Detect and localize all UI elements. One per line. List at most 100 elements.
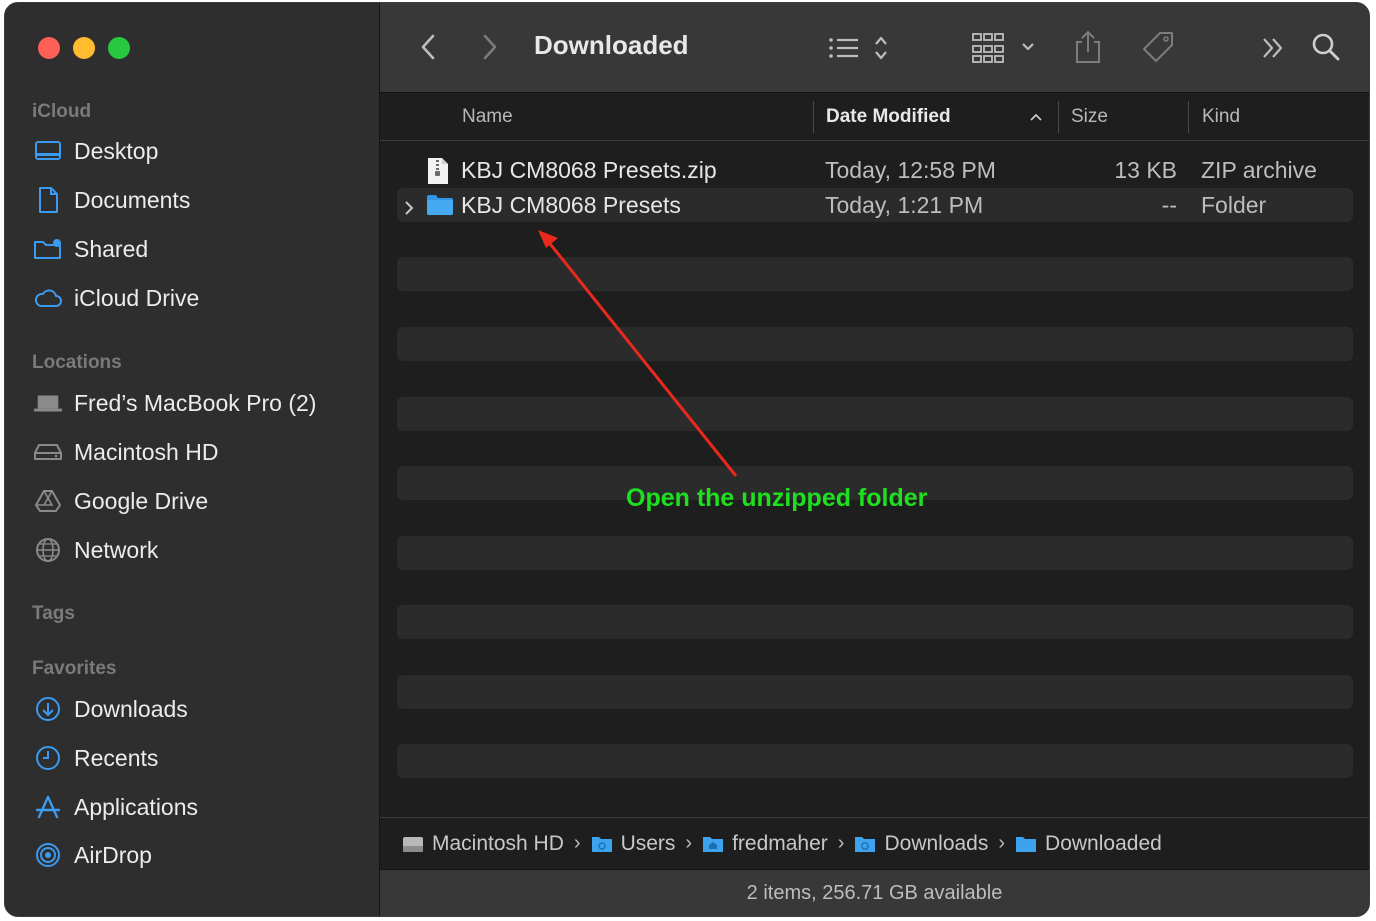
search-icon: [1312, 33, 1340, 61]
globe-icon: [33, 535, 63, 565]
path-item-label: Downloads: [884, 831, 989, 855]
path-item-downloads[interactable]: Downloads ›: [854, 832, 1015, 856]
path-item-label: Macintosh HD: [432, 831, 564, 855]
close-window-button[interactable]: [38, 37, 60, 59]
folder-icon: [854, 835, 876, 853]
column-divider[interactable]: [813, 101, 814, 133]
download-icon: [33, 694, 63, 724]
forward-button[interactable]: [476, 31, 504, 63]
window-title: Downloaded: [534, 30, 689, 60]
sidebar-item-macintosh-hd[interactable]: Macintosh HD: [33, 432, 363, 472]
sidebar-item-label: Network: [74, 536, 159, 563]
column-divider[interactable]: [1188, 101, 1189, 133]
path-separator-icon: ›: [685, 832, 693, 854]
sidebar-section-favorites[interactable]: Favorites: [32, 658, 116, 680]
column-divider[interactable]: [1058, 101, 1059, 133]
column-name[interactable]: Name: [462, 93, 513, 140]
document-icon: [33, 185, 63, 215]
annotation-label: Open the unzipped folder: [626, 484, 928, 512]
status-bar: 2 items, 256.71 GB available: [380, 869, 1369, 916]
file-kind: ZIP archive: [1201, 156, 1317, 183]
column-size[interactable]: Size: [1071, 93, 1108, 140]
path-item-macintosh-hd[interactable]: Macintosh HD ›: [402, 832, 591, 856]
zip-file-icon: [426, 157, 450, 191]
tag-icon: [1143, 32, 1173, 62]
airdrop-icon: [33, 840, 63, 870]
sidebar-item-label: Recents: [74, 744, 159, 771]
chevron-right-icon: [483, 34, 497, 60]
hard-drive-icon: [402, 834, 424, 854]
file-kind: Folder: [1201, 191, 1267, 218]
sidebar: iCloud Desktop Documents Shared iCloud D…: [5, 3, 380, 916]
sidebar-item-downloads[interactable]: Downloads: [33, 689, 363, 729]
search-button[interactable]: [1310, 31, 1342, 63]
disclosure-chevron-icon[interactable]: [403, 196, 415, 223]
sidebar-section-locations[interactable]: Locations: [32, 352, 122, 374]
sidebar-item-recents[interactable]: Recents: [33, 738, 363, 778]
file-date: Today, 12:58 PM: [825, 156, 996, 183]
sidebar-item-google-drive[interactable]: Google Drive: [33, 481, 363, 521]
sidebar-item-macbook[interactable]: Fred’s MacBook Pro (2): [33, 383, 363, 423]
path-item-users[interactable]: Users ›: [591, 832, 703, 856]
file-list: KBJ CM8068 Presets.zip Today, 12:58 PM 1…: [380, 141, 1369, 817]
google-drive-icon: [33, 486, 63, 516]
path-item-label: Users: [620, 831, 676, 855]
path-item-label: fredmaher: [732, 831, 828, 855]
sort-ascending-icon[interactable]: [1028, 109, 1044, 125]
sidebar-item-documents[interactable]: Documents: [33, 180, 363, 220]
share-icon: [1076, 30, 1100, 63]
sidebar-item-shared[interactable]: Shared: [33, 229, 363, 269]
laptop-icon: [33, 388, 63, 418]
sidebar-item-applications[interactable]: Applications: [33, 787, 363, 827]
sidebar-item-label: Downloads: [74, 695, 188, 722]
empty-row: [397, 675, 1353, 709]
clock-icon: [33, 743, 63, 773]
sidebar-item-label: Fred’s MacBook Pro (2): [74, 389, 317, 416]
tag-button[interactable]: [1140, 29, 1176, 65]
finder-window: iCloud Desktop Documents Shared iCloud D…: [4, 2, 1370, 917]
cloud-icon: [33, 283, 63, 313]
sidebar-item-network[interactable]: Network: [33, 530, 363, 570]
path-item-label: Downloaded: [1045, 831, 1162, 855]
chevron-left-icon: [421, 34, 435, 60]
file-size: --: [1161, 191, 1177, 218]
empty-row: [397, 397, 1353, 431]
share-button[interactable]: [1072, 27, 1104, 67]
file-name: KBJ CM8068 Presets: [461, 191, 681, 218]
empty-row: [397, 327, 1353, 361]
file-name: KBJ CM8068 Presets.zip: [461, 156, 717, 183]
sidebar-item-label: Google Drive: [74, 487, 209, 514]
path-item-downloaded[interactable]: Downloaded: [1015, 832, 1162, 856]
file-size: 13 KB: [1114, 156, 1177, 183]
sidebar-section-icloud[interactable]: iCloud: [32, 101, 91, 123]
sidebar-section-tags[interactable]: Tags: [32, 603, 75, 625]
path-bar: Macintosh HD › Users › fredmaher › Downl…: [380, 817, 1369, 869]
sidebar-item-airdrop[interactable]: AirDrop: [33, 835, 363, 875]
sidebar-item-label: AirDrop: [74, 841, 152, 868]
list-view-icon: [829, 36, 887, 60]
back-button[interactable]: [414, 31, 442, 63]
double-chevron-right-icon: [1263, 38, 1283, 58]
minimize-window-button[interactable]: [73, 37, 95, 59]
more-toolbar-button[interactable]: [1258, 33, 1288, 63]
sidebar-item-icloud-drive[interactable]: iCloud Drive: [33, 278, 363, 318]
toolbar: Downloaded: [380, 3, 1369, 93]
column-header: Name Date Modified Size Kind: [380, 93, 1369, 141]
sidebar-item-desktop[interactable]: Desktop: [33, 131, 363, 171]
folder-icon: [426, 194, 454, 222]
sidebar-item-label: Applications: [74, 793, 199, 820]
column-date-modified[interactable]: Date Modified: [826, 93, 951, 140]
view-mode-button[interactable]: [826, 31, 896, 65]
path-separator-icon: ›: [837, 832, 845, 854]
folder-icon: [591, 835, 613, 853]
empty-row: [397, 257, 1353, 291]
sidebar-item-label: Documents: [74, 186, 191, 213]
path-item-fredmaher[interactable]: fredmaher ›: [702, 832, 854, 856]
group-button[interactable]: [970, 29, 1040, 67]
column-kind[interactable]: Kind: [1202, 93, 1240, 140]
table-row[interactable]: KBJ CM8068 Presets.zip Today, 12:58 PM 1…: [397, 153, 1353, 187]
sidebar-item-label: Desktop: [74, 137, 159, 164]
table-row[interactable]: KBJ CM8068 Presets Today, 1:21 PM -- Fol…: [397, 188, 1353, 222]
zoom-window-button[interactable]: [108, 37, 130, 59]
home-folder-icon: [702, 835, 724, 853]
